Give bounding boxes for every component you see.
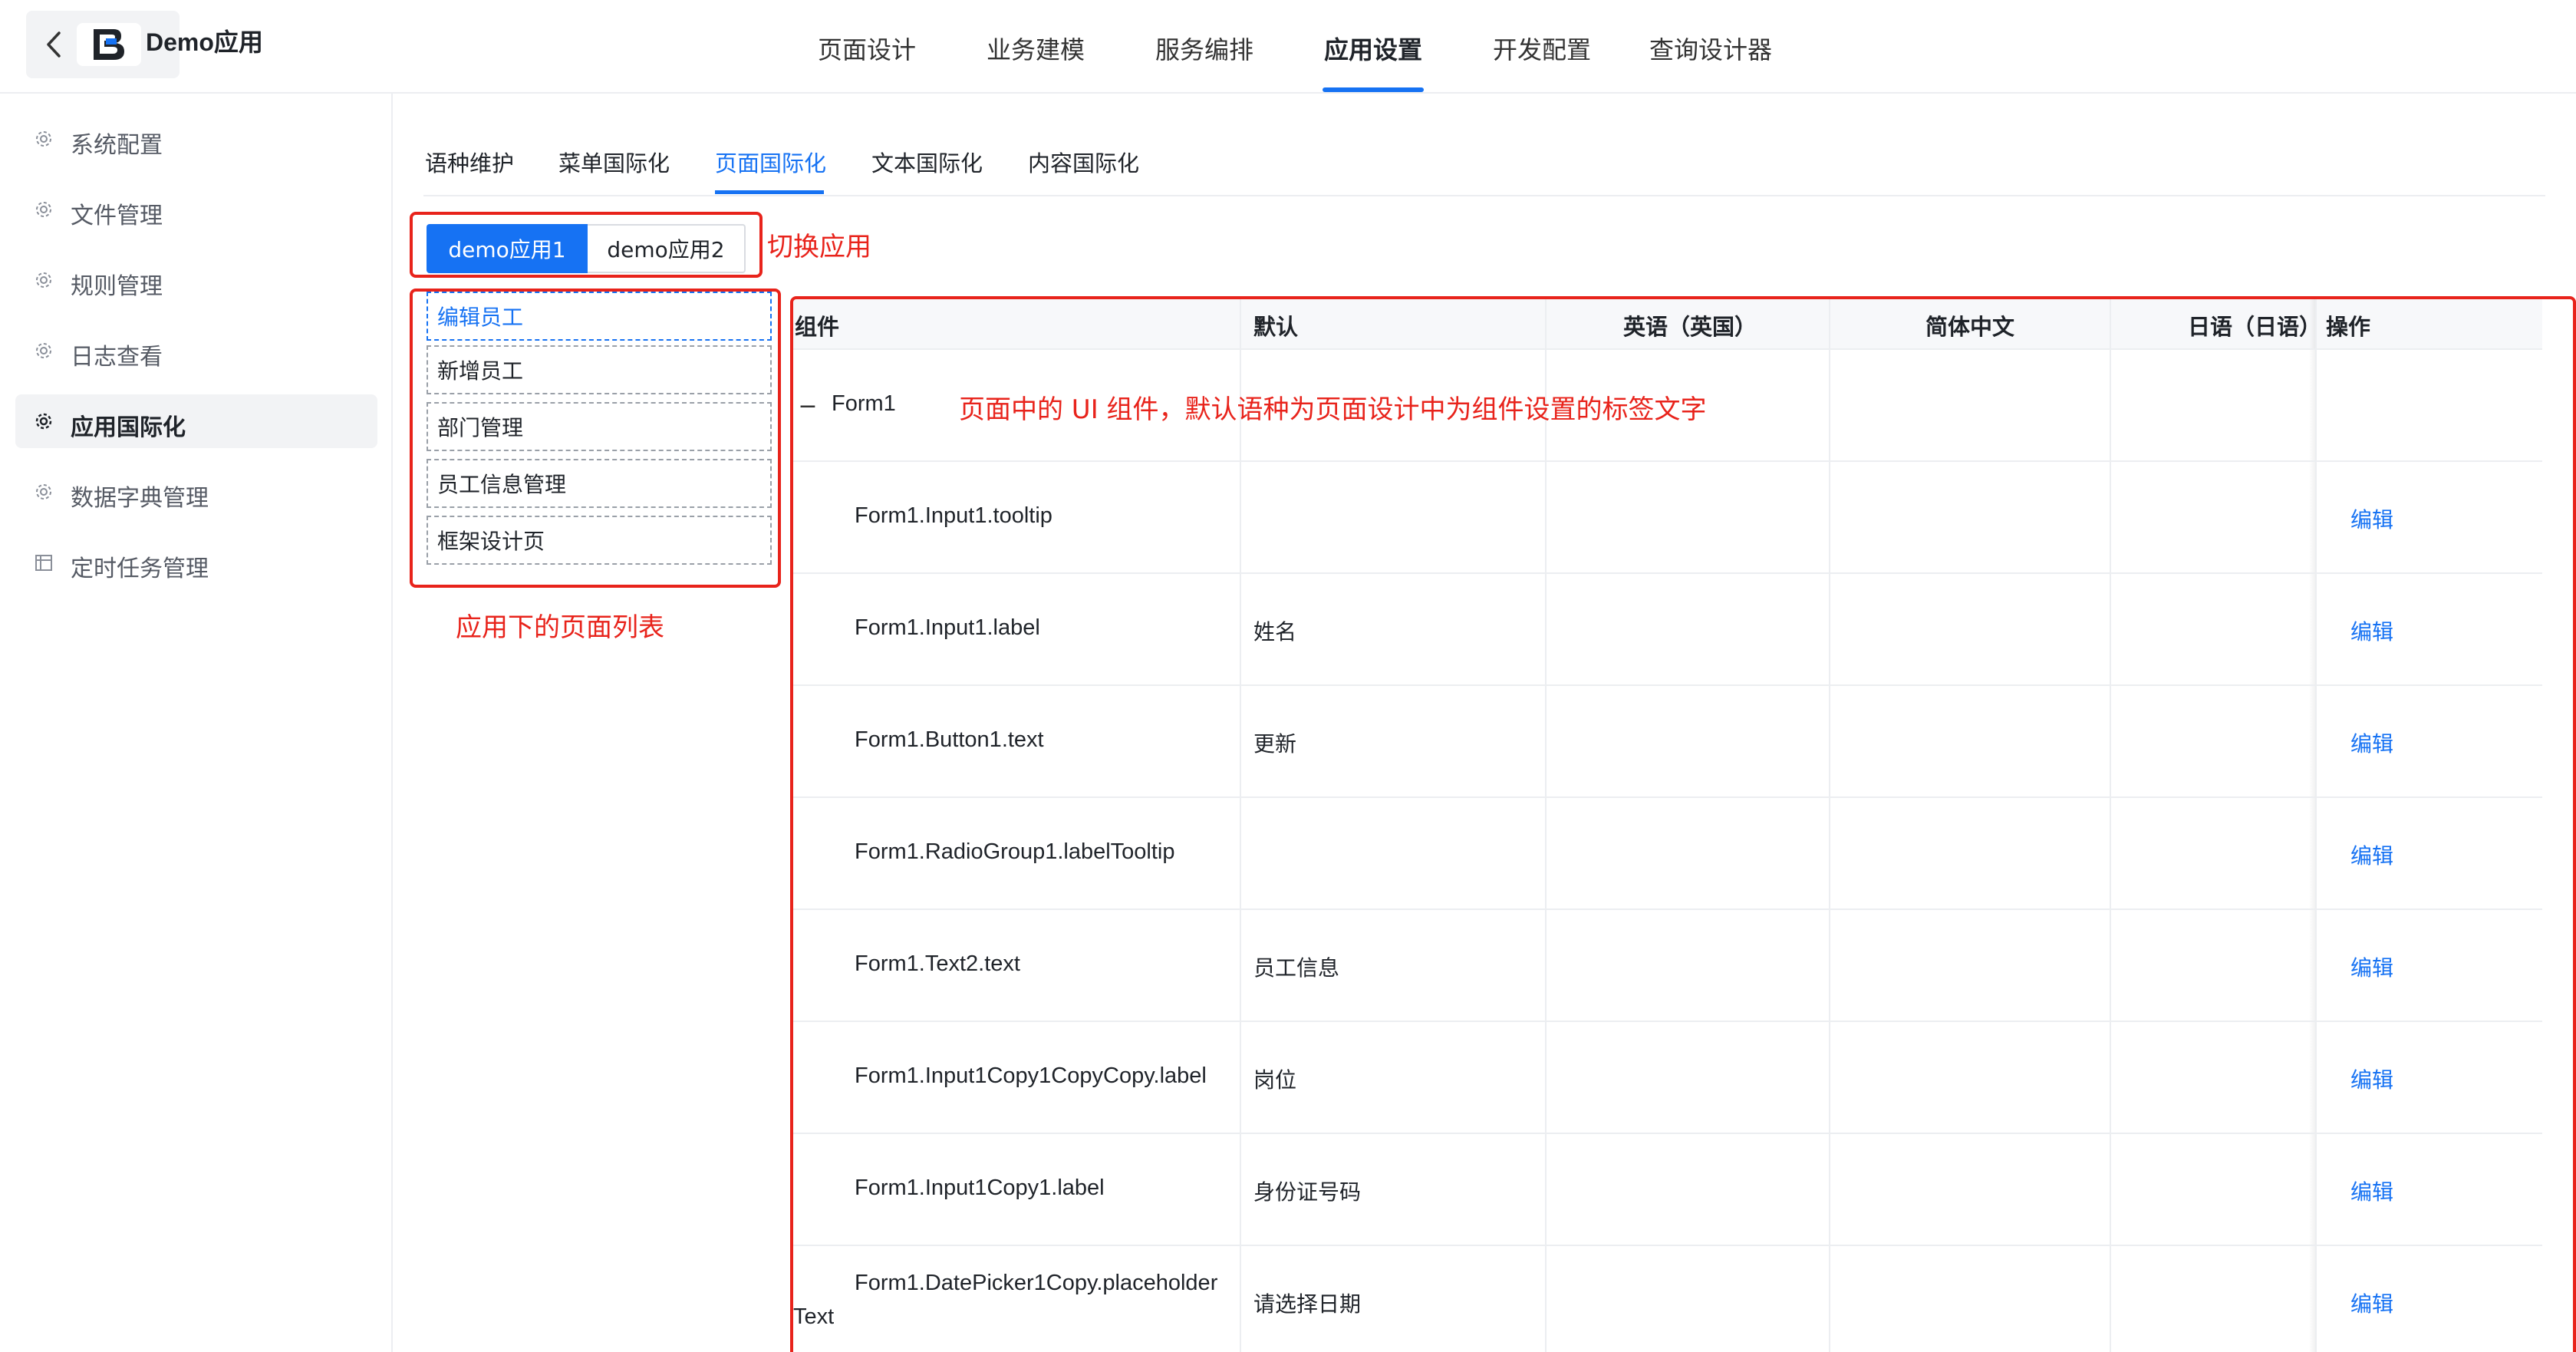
column-header-default: 默认 <box>1253 314 1299 340</box>
page-list-item[interactable]: 部门管理 <box>427 402 772 451</box>
table-row-default: 岗位 <box>1253 1067 1297 1093</box>
back-chevron-icon[interactable] <box>40 11 68 78</box>
column-header-action: 操作 <box>2326 314 2371 340</box>
table-row-component: Form1.Input1Copy1.label <box>855 1176 1105 1200</box>
table-row-default: 请选择日期 <box>1253 1291 1362 1317</box>
sidebar-item-rule-management[interactable]: 规则管理 <box>15 253 377 307</box>
subtab-active-indicator <box>715 190 824 194</box>
edit-link[interactable]: 编辑 <box>2350 839 2393 870</box>
annotation-page-list: 应用下的页面列表 <box>456 612 664 643</box>
sidebar-item-label: 日志查看 <box>71 344 163 371</box>
table-row-component: Form1.Text2.text <box>855 951 1020 976</box>
page-list-item[interactable]: 编辑员工 <box>427 292 772 341</box>
table-row-component: Form1.DatePicker1Copy.placeholder <box>855 1271 1218 1295</box>
subtab-text-i18n[interactable]: 文本国际化 <box>871 146 983 178</box>
subtab-language-maintenance[interactable]: 语种维护 <box>425 146 514 178</box>
tree-group-label: Form1 <box>832 391 896 416</box>
subtab-divider <box>423 195 2545 196</box>
gear-icon <box>32 127 55 150</box>
edit-link[interactable]: 编辑 <box>2350 951 2393 982</box>
column-header-english-uk: 英语（英国） <box>1623 314 1757 340</box>
sidebar-item-label: 文件管理 <box>71 203 163 229</box>
table-row-default: 更新 <box>1253 731 1297 757</box>
active-tab-indicator <box>1323 87 1424 92</box>
table-row-default: 身份证号码 <box>1253 1179 1362 1205</box>
edit-link[interactable]: 编辑 <box>2350 1063 2393 1094</box>
edit-link[interactable]: 编辑 <box>2350 615 2393 646</box>
page-list-item[interactable]: 框架设计页 <box>427 516 772 565</box>
sidebar: 系统配置 文件管理 规则管理 日志查看 应用国际化 数据字典管理 定时任务管理 <box>0 94 393 1352</box>
sidebar-item-scheduled-tasks[interactable]: 定时任务管理 <box>15 536 377 589</box>
page-list-item[interactable]: 员工信息管理 <box>427 459 772 508</box>
tab-dev-config[interactable]: 开发配置 <box>1493 31 1591 66</box>
gear-icon <box>32 410 55 433</box>
column-header-japanese: 日语（日语） <box>2188 314 2322 340</box>
collapse-toggle-icon[interactable]: − <box>798 393 818 420</box>
edit-link[interactable]: 编辑 <box>2350 1176 2393 1206</box>
tab-app-settings[interactable]: 应用设置 <box>1324 31 1422 66</box>
column-header-simplified-chinese: 简体中文 <box>1925 314 2015 340</box>
tab-query-designer[interactable]: 查询设计器 <box>1649 31 1772 66</box>
edit-link[interactable]: 编辑 <box>2350 1288 2393 1318</box>
sidebar-item-label: 数据字典管理 <box>71 485 209 512</box>
tab-page-design[interactable]: 页面设计 <box>818 31 916 66</box>
subtab-menu-i18n[interactable]: 菜单国际化 <box>558 146 670 178</box>
edit-link[interactable]: 编辑 <box>2350 727 2393 758</box>
table-row-component: Form1.Input1.tooltip <box>855 503 1052 528</box>
edit-link[interactable]: 编辑 <box>2350 503 2393 534</box>
sidebar-item-file-management[interactable]: 文件管理 <box>15 183 377 236</box>
table-row-component: Form1.RadioGroup1.labelTooltip <box>855 839 1175 864</box>
table-row-default: 姓名 <box>1253 619 1297 645</box>
gear-icon <box>32 480 55 503</box>
sidebar-item-app-i18n[interactable]: 应用国际化 <box>15 394 377 448</box>
annotation-table: 页面中的 UI 组件，默认语种为页面设计中为组件设置的标签文字 <box>959 394 1707 425</box>
app-name: Demo应用 <box>146 28 263 56</box>
table-row-component: Form1.Button1.text <box>855 727 1044 752</box>
page-list-item[interactable]: 新增员工 <box>427 345 772 394</box>
sidebar-item-label: 规则管理 <box>71 273 163 300</box>
sidebar-item-data-dictionary[interactable]: 数据字典管理 <box>15 465 377 519</box>
app-switch-option-demo1[interactable]: demo应用1 <box>427 224 588 273</box>
sidebar-item-label: 定时任务管理 <box>71 556 209 582</box>
calendar-icon <box>32 551 55 574</box>
app-switch-option-demo2[interactable]: demo应用2 <box>588 224 746 273</box>
table-row-component: Form1.Input1.label <box>855 615 1040 640</box>
column-header-component: 组件 <box>795 314 840 340</box>
gear-icon <box>32 198 55 221</box>
tab-service-orchestration[interactable]: 服务编排 <box>1155 31 1253 66</box>
sidebar-item-label: 应用国际化 <box>71 414 186 441</box>
subtab-content-i18n[interactable]: 内容国际化 <box>1028 146 1139 178</box>
gear-icon <box>32 339 55 362</box>
table-row-component: Form1.Input1Copy1CopyCopy.label <box>855 1063 1207 1088</box>
gear-icon <box>32 269 55 292</box>
subtab-page-i18n[interactable]: 页面国际化 <box>715 146 826 178</box>
annotation-switch-app: 切换应用 <box>767 232 871 262</box>
sidebar-item-system-config[interactable]: 系统配置 <box>15 112 377 166</box>
sidebar-item-log-view[interactable]: 日志查看 <box>15 324 377 378</box>
tab-business-modeling[interactable]: 业务建模 <box>987 31 1085 66</box>
sidebar-item-label: 系统配置 <box>71 132 163 159</box>
app-logo-icon <box>77 23 141 66</box>
table-row-component-wrap: Text <box>793 1304 835 1329</box>
table-row-default: 员工信息 <box>1253 955 1340 981</box>
top-header: Demo应用 页面设计 业务建模 服务编排 应用设置 开发配置 查询设计器 <box>0 0 2576 94</box>
